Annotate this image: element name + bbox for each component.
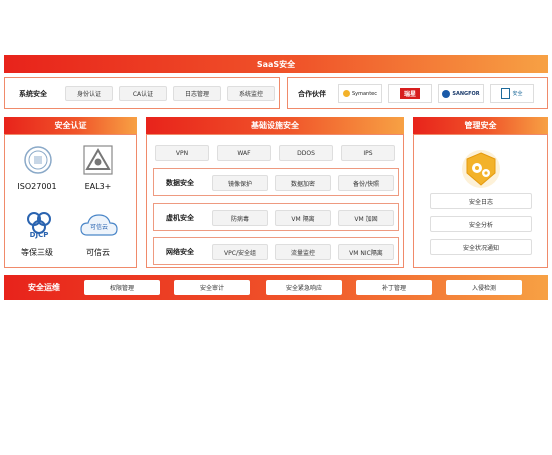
mgmt-panel: 安全日志 安全分析 安全状况通知: [413, 134, 548, 268]
cert-dengbao: 等保三级: [21, 248, 53, 257]
ops-label: 安全运维: [28, 283, 60, 292]
chip-security-audit: 安全审计: [174, 280, 250, 295]
chip-ddos: DDOS: [279, 145, 333, 161]
chip-vm-hardening: VM 加固: [338, 210, 394, 226]
logo-rising: 瑞星: [388, 84, 432, 103]
chip-identity-auth: 身份认证: [65, 86, 113, 101]
system-security-panel: 系统安全 身份认证 CA认证 日志管理 系统监控: [4, 77, 280, 109]
sangfor-globe-icon: [442, 89, 451, 98]
partner-4-emblem-icon: [501, 88, 511, 99]
auth-panel: ISO27001 EAL3+ DJCP 等保三级 可信云 可信云: [4, 134, 137, 268]
partners-label: 合作伙伴: [298, 90, 326, 98]
mgmt-title: 管理安全: [464, 121, 497, 130]
cert-iso27001: ISO27001: [17, 182, 57, 191]
chip-security-status-notice: 安全状况通知: [430, 239, 532, 255]
cloud-badge-text: 可信云: [89, 224, 108, 231]
chip-data-encryption: 数据加密: [275, 175, 331, 191]
djcp-badge-text: DJCP: [29, 231, 49, 239]
chip-vm-isolation: VM 隔离: [275, 210, 331, 226]
logo-partner-4: 安全: [490, 84, 534, 103]
gear-shield-icon: [458, 149, 504, 189]
logo-rising-text: 瑞星: [399, 88, 420, 99]
saas-title: SaaS安全: [256, 59, 296, 69]
cloud-icon: 可信云: [79, 211, 119, 239]
chip-system-monitor: 系统监控: [227, 86, 275, 101]
row-network-security-label: 网络安全: [166, 248, 194, 256]
auth-title-bar: 安全认证: [4, 117, 137, 134]
ops-bar: 安全运维 权限管理 安全审计 安全紧急响应 补丁管理 入侵检测: [4, 275, 548, 300]
infra-title-bar: 基础设施安全: [146, 117, 404, 134]
chip-waf: WAF: [217, 145, 271, 161]
logo-symantec: Symantec: [338, 84, 382, 103]
chip-emergency-response: 安全紧急响应: [266, 280, 342, 295]
logo-symantec-text: Symantec: [351, 90, 378, 97]
djcp-icon: DJCP: [23, 209, 55, 241]
chip-ca-auth: CA认证: [119, 86, 167, 101]
infra-panel: VPN WAF DDOS IPS 数据安全 镜像保护 数据加密 备份/快照 虚机…: [146, 134, 404, 268]
chip-log-management: 日志管理: [173, 86, 221, 101]
row-network-security: 网络安全 VPC/安全组 流量监控 VM NIC隔离: [153, 237, 399, 265]
chip-traffic-monitor: 流量监控: [275, 244, 331, 260]
chip-vm-nic-isolation: VM NIC隔离: [338, 244, 394, 260]
saas-title-bar: SaaS安全: [4, 55, 548, 73]
logo-partner-4-text: 安全: [512, 91, 523, 97]
partners-panel: 合作伙伴 Symantec 瑞星 SANGFOR 安全: [287, 77, 548, 109]
row-data-security: 数据安全 镜像保护 数据加密 备份/快照: [153, 168, 399, 196]
chip-security-analysis: 安全分析: [430, 216, 532, 232]
system-security-label: 系统安全: [19, 90, 47, 98]
eal-triangle-icon: [83, 145, 113, 175]
chip-security-log: 安全日志: [430, 193, 532, 209]
iso-seal-icon: [23, 145, 53, 175]
chip-permission-management: 权限管理: [84, 280, 160, 295]
cert-trusted-cloud: 可信云: [86, 248, 110, 257]
row-data-security-label: 数据安全: [166, 179, 194, 187]
chip-vpn: VPN: [155, 145, 209, 161]
row-vm-security-label: 虚机安全: [166, 214, 194, 222]
mgmt-title-bar: 管理安全: [413, 117, 548, 134]
logo-sangfor-text: SANGFOR: [452, 90, 480, 97]
logo-sangfor: SANGFOR: [438, 84, 484, 103]
chip-ips: IPS: [341, 145, 395, 161]
auth-title: 安全认证: [54, 121, 87, 130]
chip-antivirus: 防病毒: [212, 210, 268, 226]
symantec-check-icon: [342, 90, 350, 97]
chip-vpc-security-group: VPC/安全组: [212, 244, 268, 260]
chip-patch-management: 补丁管理: [356, 280, 432, 295]
row-vm-security: 虚机安全 防病毒 VM 隔离 VM 加固: [153, 203, 399, 231]
cert-eal3: EAL3+: [84, 182, 112, 191]
infra-title: 基础设施安全: [251, 121, 299, 130]
chip-intrusion-detection: 入侵检测: [446, 280, 522, 295]
chip-image-protection: 镜像保护: [212, 175, 268, 191]
chip-backup-snapshot: 备份/快照: [338, 175, 394, 191]
